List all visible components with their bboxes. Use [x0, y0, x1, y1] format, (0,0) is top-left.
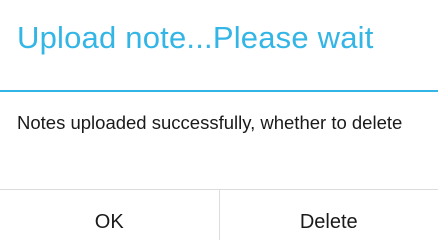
- alert-dialog: Upload note...Please wait Notes uploaded…: [0, 0, 438, 240]
- dialog-title: Upload note...Please wait: [17, 20, 374, 55]
- title-divider: [0, 90, 438, 92]
- ok-button[interactable]: OK: [0, 190, 219, 240]
- delete-button[interactable]: Delete: [220, 190, 438, 240]
- dialog-title-bar: Upload note...Please wait: [0, 0, 438, 90]
- dialog-message: Notes uploaded successfully, whether to …: [17, 112, 403, 133]
- dialog-button-bar: OK Delete: [0, 190, 438, 240]
